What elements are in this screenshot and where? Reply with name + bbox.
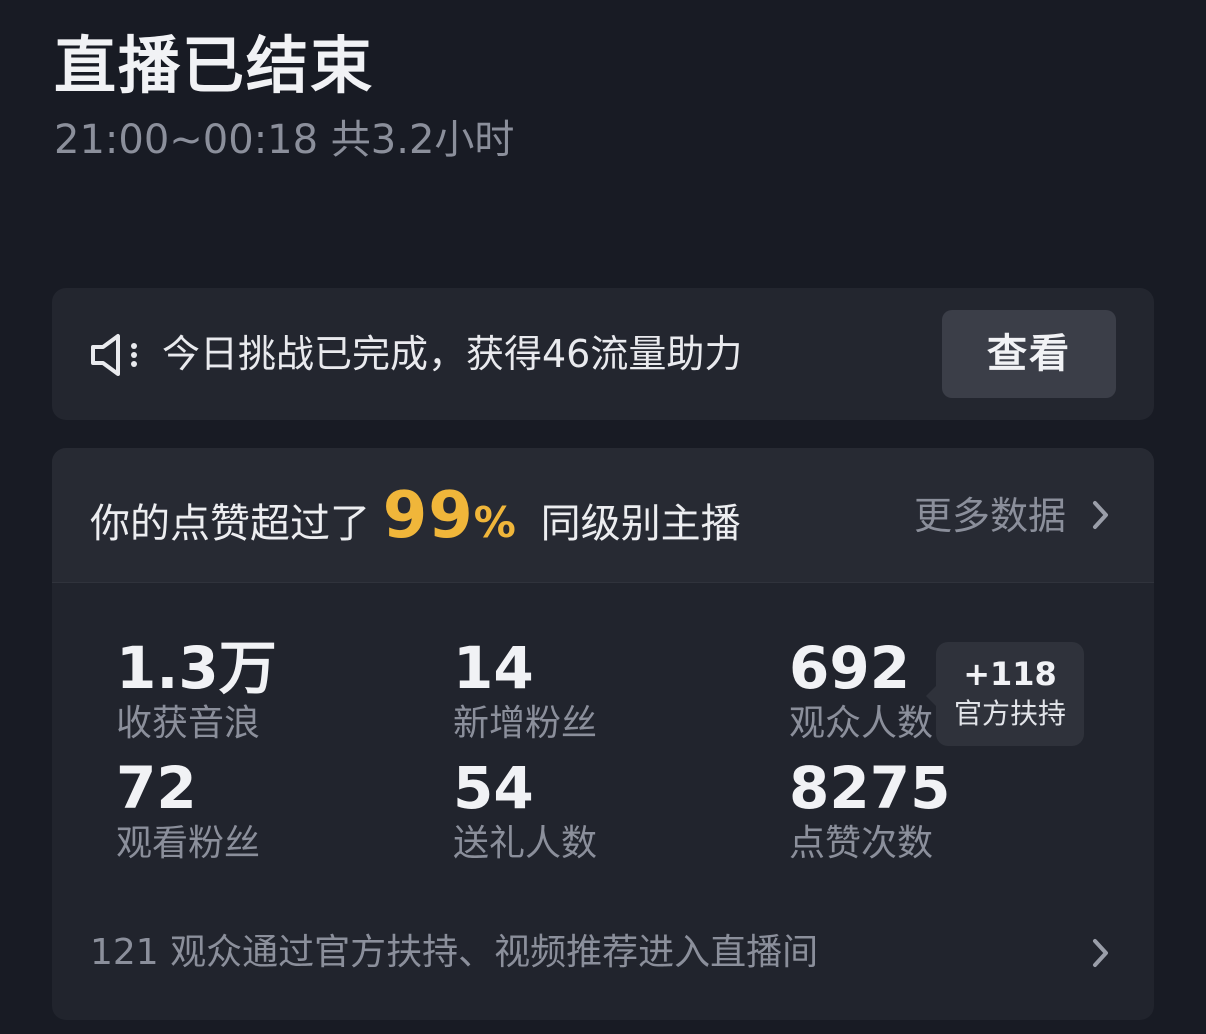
likes-summary: 你的点赞超过了 99% 同级别主播 xyxy=(90,478,741,558)
stat-value: 14 xyxy=(453,634,534,702)
likes-suffix: 同级别主播 xyxy=(540,501,741,547)
stat-sound-waves: 1.3万 收获音浪 xyxy=(116,636,277,748)
stat-value: 54 xyxy=(453,754,534,822)
stat-likes: 8275 点赞次数 xyxy=(789,756,950,868)
stat-value: 692 xyxy=(789,634,911,702)
official-support-count: +118 xyxy=(963,655,1057,693)
stat-label: 点赞次数 xyxy=(789,823,934,864)
likes-summary-row[interactable]: 你的点赞超过了 99% 同级别主播 更多数据 xyxy=(52,448,1154,583)
stat-label: 收获音浪 xyxy=(116,703,261,744)
stat-gift-senders: 54 送礼人数 xyxy=(453,756,597,868)
stat-label: 观众人数 xyxy=(789,703,934,744)
likes-percent: 99 xyxy=(382,479,474,553)
challenge-text: 今日挑战已完成，获得46流量助力 xyxy=(162,332,743,376)
stat-value: 1.3万 xyxy=(116,634,277,702)
stat-label: 新增粉丝 xyxy=(453,703,598,744)
stats-card: 你的点赞超过了 99% 同级别主播 更多数据 1.3万 收获音浪 14 新增粉丝… xyxy=(52,448,1154,1020)
live-time-range: 21:00~00:18 共3.2小时 xyxy=(54,117,515,163)
likes-percent-sign: % xyxy=(473,498,516,547)
stat-value: 8275 xyxy=(789,754,951,822)
stat-viewers: 692 观众人数 xyxy=(789,636,933,748)
speaker-icon xyxy=(91,334,137,376)
chevron-right-icon[interactable] xyxy=(1090,498,1112,532)
stat-new-followers: 14 新增粉丝 xyxy=(453,636,597,748)
stat-label: 观看粉丝 xyxy=(116,823,261,864)
view-button[interactable]: 查看 xyxy=(942,310,1116,398)
more-data-link[interactable]: 更多数据 xyxy=(914,490,1066,542)
likes-prefix: 你的点赞超过了 xyxy=(90,501,370,547)
stat-follower-viewers: 72 观看粉丝 xyxy=(116,756,260,868)
chevron-right-icon[interactable] xyxy=(1090,936,1112,970)
traffic-source-note[interactable]: 121 观众通过官方扶持、视频推荐进入直播间 xyxy=(90,928,818,978)
official-support-label: 官方扶持 xyxy=(953,697,1066,730)
page-title: 直播已结束 xyxy=(54,29,375,102)
official-support-badge: +118 官方扶持 xyxy=(926,642,1084,746)
challenge-banner: 今日挑战已完成，获得46流量助力 查看 xyxy=(52,288,1154,420)
stat-value: 72 xyxy=(116,754,197,822)
stat-label: 送礼人数 xyxy=(453,823,598,864)
